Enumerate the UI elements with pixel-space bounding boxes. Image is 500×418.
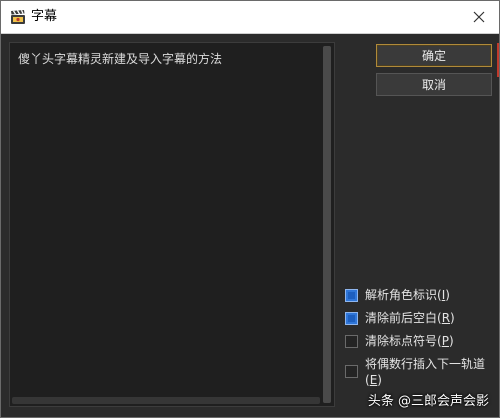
trim-whitespace-checkbox[interactable] [345,312,358,325]
subtitle-line: 傻丫头字幕精灵新建及导入字幕的方法 [18,52,223,66]
close-icon [473,11,485,23]
horizontal-scrollbar[interactable] [12,397,320,404]
parse-role-tags-checkbox[interactable] [345,289,358,302]
option-label: 清除标点符号(P) [365,334,454,348]
option-label: 解析角色标识(I) [365,288,450,302]
option-label: 清除前后空白(R) [365,311,455,325]
vertical-scrollbar[interactable] [323,46,331,403]
close-button[interactable] [465,4,493,30]
even-lines-next-track-checkbox[interactable] [345,365,358,378]
option-even-lines-next-track[interactable]: 将偶数行插入下一轨道 (E) [345,356,493,388]
ok-button[interactable]: 确定 [376,44,492,67]
remove-punctuation-checkbox[interactable] [345,335,358,348]
cancel-button[interactable]: 取消 [376,73,492,96]
window-title: 字幕 [31,9,58,24]
vertical-scrollbar-thumb[interactable] [323,46,331,403]
subtitle-dialog: 字幕 傻丫头字幕精灵新建及导入字幕的方法 确定 取消 解析角色标识(I) 清除前… [0,0,500,418]
clapperboard-icon [10,9,26,25]
option-label: 将偶数行插入下一轨道 (E) [365,357,486,387]
title-bar[interactable]: 字幕 [1,1,499,34]
subtitle-text-area[interactable]: 傻丫头字幕精灵新建及导入字幕的方法 [9,42,335,407]
option-parse-role-tags[interactable]: 解析角色标识(I) [345,287,495,303]
option-remove-punctuation[interactable]: 清除标点符号(P) [345,333,495,349]
watermark: 头条 @三郎会声会影 [367,394,489,409]
option-trim-whitespace[interactable]: 清除前后空白(R) [345,310,495,326]
edge-accent [497,43,499,77]
